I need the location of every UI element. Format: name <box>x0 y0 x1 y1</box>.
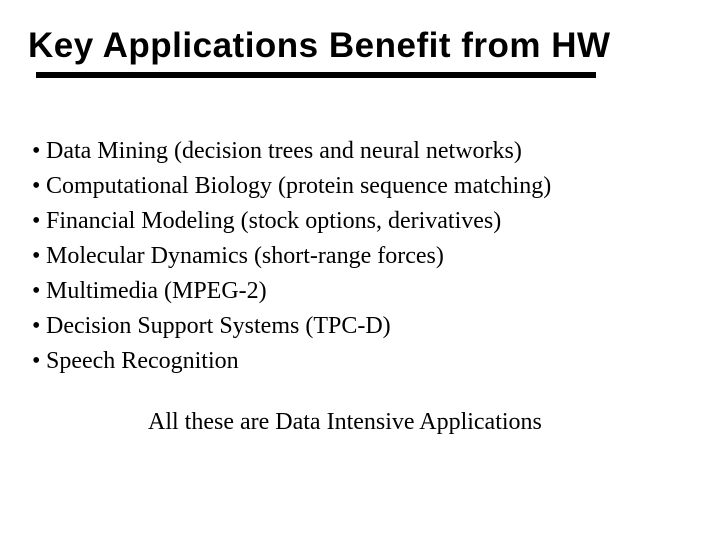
title-underline <box>36 72 596 78</box>
bullet-text: Multimedia (MPEG-2) <box>46 278 267 304</box>
bullet-text: Decision Support Systems (TPC-D) <box>46 313 391 339</box>
list-item: •Multimedia (MPEG-2) <box>32 274 692 309</box>
slide: Key Applications Benefit from HW •Data M… <box>0 0 720 540</box>
bullet-list: •Data Mining (decision trees and neural … <box>32 134 692 379</box>
list-item: •Speech Recognition <box>32 344 692 379</box>
bullet-text: Molecular Dynamics (short-range forces) <box>46 243 444 269</box>
bullet-text: Data Mining (decision trees and neural n… <box>46 138 522 164</box>
list-item: •Molecular Dynamics (short-range forces) <box>32 239 692 274</box>
list-item: •Financial Modeling (stock options, deri… <box>32 204 692 239</box>
list-item: •Decision Support Systems (TPC-D) <box>32 309 692 344</box>
list-item: •Computational Biology (protein sequence… <box>32 169 692 204</box>
bullet-text: Speech Recognition <box>46 348 239 374</box>
slide-title: Key Applications Benefit from HW <box>28 26 692 66</box>
bullet-text: Financial Modeling (stock options, deriv… <box>46 208 501 234</box>
footer-text: All these are Data Intensive Application… <box>148 409 692 436</box>
list-item: •Data Mining (decision trees and neural … <box>32 134 692 169</box>
bullet-text: Computational Biology (protein sequence … <box>46 173 551 199</box>
